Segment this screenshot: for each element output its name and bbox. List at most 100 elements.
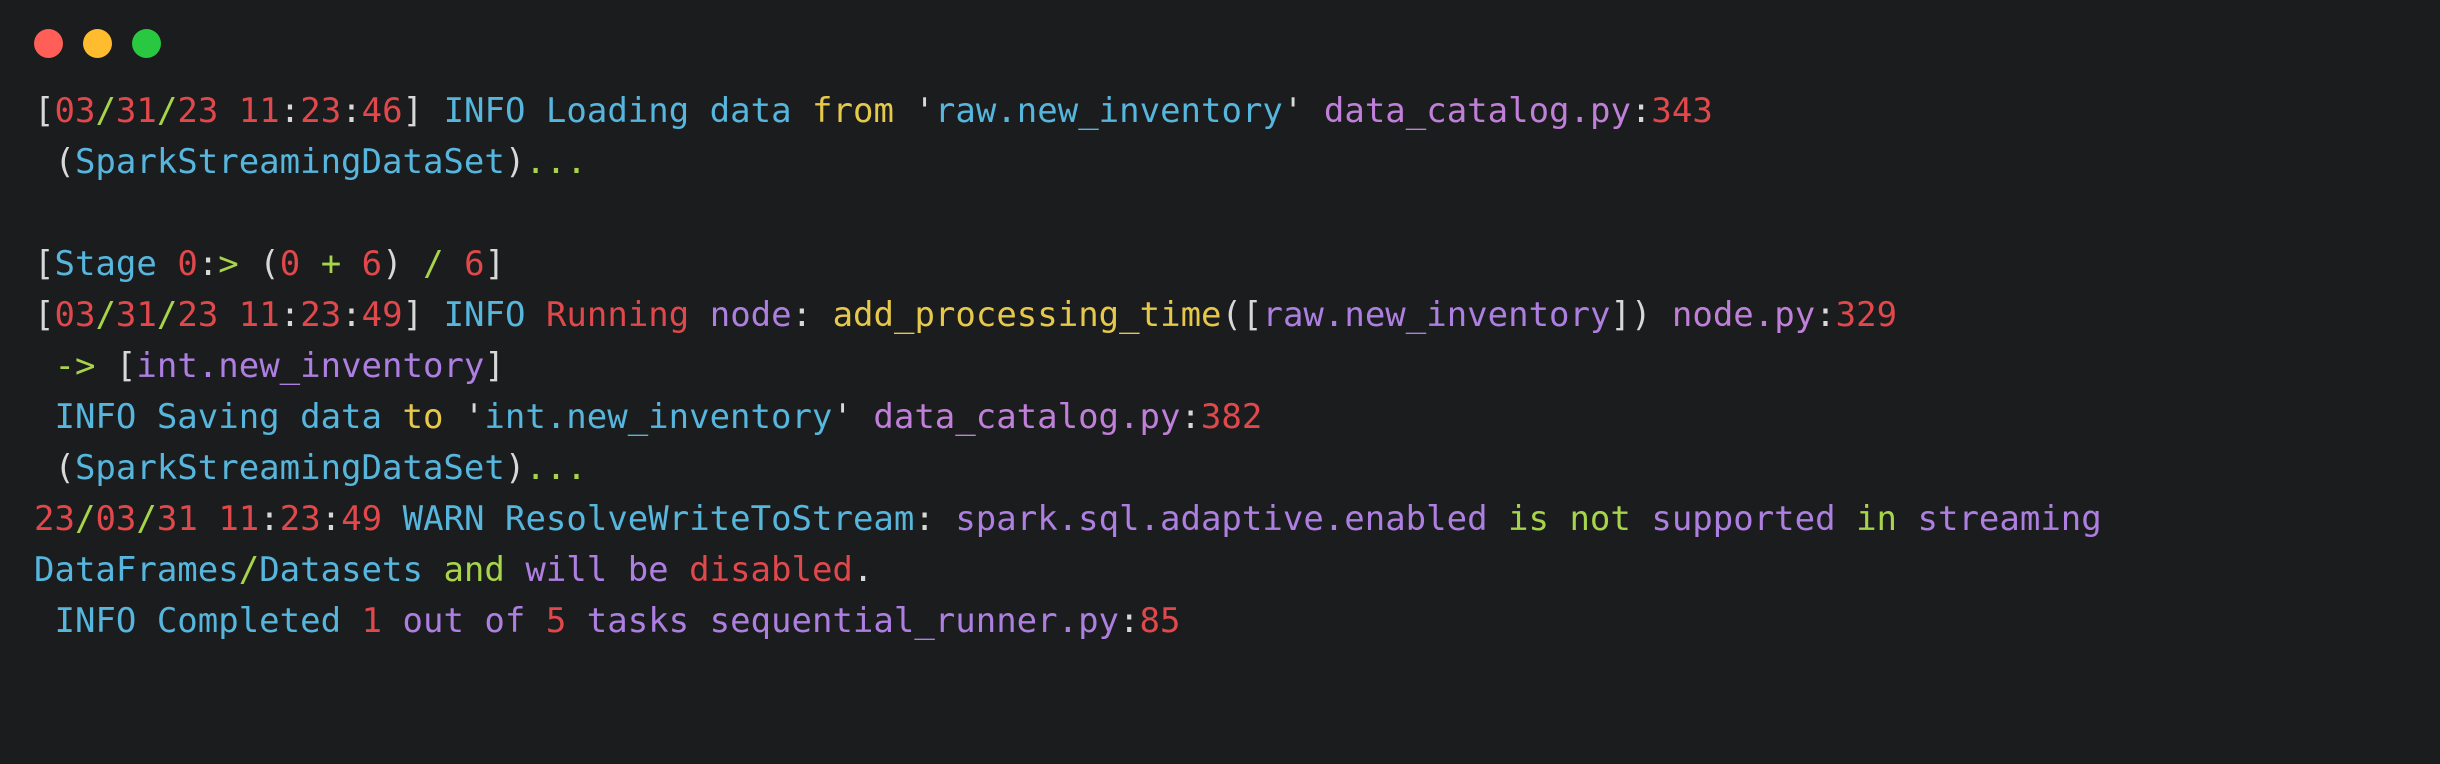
maximize-window-button[interactable] xyxy=(132,28,161,58)
log-token: / xyxy=(156,295,178,335)
log-token: 31 xyxy=(115,295,157,335)
log-token xyxy=(505,550,525,590)
log-token xyxy=(1488,499,1508,539)
log-token: : xyxy=(1630,91,1652,131)
log-token: ([ xyxy=(1221,295,1263,335)
log-line: 23/03/31 11:23:49 WARN ResolveWriteToStr… xyxy=(34,494,2440,545)
log-token xyxy=(300,244,320,284)
log-token: node xyxy=(709,295,792,335)
log-token: : xyxy=(197,244,219,284)
log-token: 11 xyxy=(238,295,280,335)
log-token: DataFrames xyxy=(34,550,239,590)
log-token: > xyxy=(218,244,239,284)
log-token: 23 xyxy=(177,91,219,131)
log-token: out of xyxy=(402,601,526,641)
log-token: 11 xyxy=(238,91,280,131)
log-token: ' xyxy=(914,91,935,131)
log-token: 23 xyxy=(177,295,219,335)
log-token: [ xyxy=(95,346,137,386)
log-token xyxy=(1303,91,1323,131)
log-token: 85 xyxy=(1139,601,1181,641)
log-line: [Stage 0:> (0 + 6) / 6] xyxy=(34,239,2440,290)
log-line: INFO Saving data to 'int.new_inventory' … xyxy=(34,392,2440,443)
minimize-window-button[interactable] xyxy=(83,28,112,58)
log-token: / xyxy=(136,499,157,539)
log-token: ( xyxy=(34,142,75,182)
log-token: INFO Saving data xyxy=(54,397,403,437)
log-token: : xyxy=(279,91,301,131)
log-token: Datasets xyxy=(259,550,423,590)
log-token xyxy=(894,91,914,131)
log-token: supported xyxy=(1651,499,1836,539)
traffic-light-group xyxy=(34,28,161,58)
log-line: [03/31/23 11:23:49] INFO Running node: a… xyxy=(34,290,2440,341)
log-token: ] xyxy=(402,91,444,131)
log-token: to xyxy=(402,397,444,437)
log-token: / xyxy=(95,295,116,335)
log-token: 23 xyxy=(300,91,342,131)
log-token: INFO xyxy=(443,295,526,335)
log-token xyxy=(669,550,689,590)
log-token: 23 xyxy=(34,499,75,539)
log-token: from xyxy=(812,91,894,131)
log-token: : xyxy=(1180,397,1201,437)
log-token xyxy=(443,397,463,437)
log-token: 343 xyxy=(1651,91,1713,131)
log-token: node.py xyxy=(1671,295,1816,335)
log-token xyxy=(525,295,545,335)
log-token: ... xyxy=(525,448,587,488)
log-token xyxy=(341,244,361,284)
log-token xyxy=(157,244,177,284)
log-token: data_catalog.py xyxy=(1323,91,1631,131)
close-window-button[interactable] xyxy=(34,28,63,58)
log-token: and xyxy=(443,550,505,590)
log-token xyxy=(341,601,361,641)
log-token xyxy=(34,397,54,437)
log-token xyxy=(34,601,54,641)
log-line: DataFrames/Datasets and will be disabled… xyxy=(34,545,2440,596)
log-token: 49 xyxy=(341,499,383,539)
log-token: in xyxy=(1856,499,1898,539)
log-token: -> xyxy=(54,346,96,386)
log-token: ] xyxy=(402,295,444,335)
log-token xyxy=(1836,499,1856,539)
log-token: is not xyxy=(1508,499,1631,539)
log-token xyxy=(1631,499,1651,539)
log-token: / xyxy=(95,91,116,131)
log-token: [ xyxy=(34,244,55,284)
log-token: : xyxy=(341,295,362,335)
log-token: ] xyxy=(484,346,505,386)
log-token: 31 xyxy=(156,499,198,539)
console-output[interactable]: [03/31/23 11:23:46] INFO Loading data fr… xyxy=(0,86,2440,647)
log-token: : xyxy=(259,499,280,539)
log-token: INFO Completed xyxy=(54,601,342,641)
log-line: [03/31/23 11:23:46] INFO Loading data fr… xyxy=(34,86,2440,137)
log-token: [ xyxy=(34,295,55,335)
log-token: 329 xyxy=(1835,295,1898,335)
log-token: raw.new_inventory xyxy=(934,91,1283,131)
log-token: 6 xyxy=(464,244,485,284)
log-token: ' xyxy=(832,397,853,437)
log-token: 03 xyxy=(54,91,96,131)
log-token: Stage xyxy=(54,244,157,284)
log-line: (SparkStreamingDataSet)... xyxy=(34,137,2440,188)
log-token xyxy=(34,346,54,386)
window-titlebar[interactable] xyxy=(0,0,2440,86)
log-token: : xyxy=(914,499,956,539)
log-token: 23 xyxy=(279,499,321,539)
terminal-window: [03/31/23 11:23:46] INFO Loading data fr… xyxy=(0,0,2440,764)
log-token: : xyxy=(791,295,833,335)
log-token: 5 xyxy=(545,601,567,641)
log-token: ) xyxy=(504,142,526,182)
log-line: INFO Completed 1 out of 5 tasks sequenti… xyxy=(34,596,2440,647)
log-token: Running xyxy=(545,295,690,335)
log-token: ' xyxy=(1282,91,1304,131)
log-token: / xyxy=(156,91,178,131)
log-token: . xyxy=(852,550,874,590)
log-token: WARN ResolveWriteToStream xyxy=(402,499,915,539)
log-token: streaming xyxy=(1917,499,2102,539)
log-token: 6 xyxy=(361,244,383,284)
log-token xyxy=(853,397,873,437)
log-token: will be xyxy=(525,550,669,590)
